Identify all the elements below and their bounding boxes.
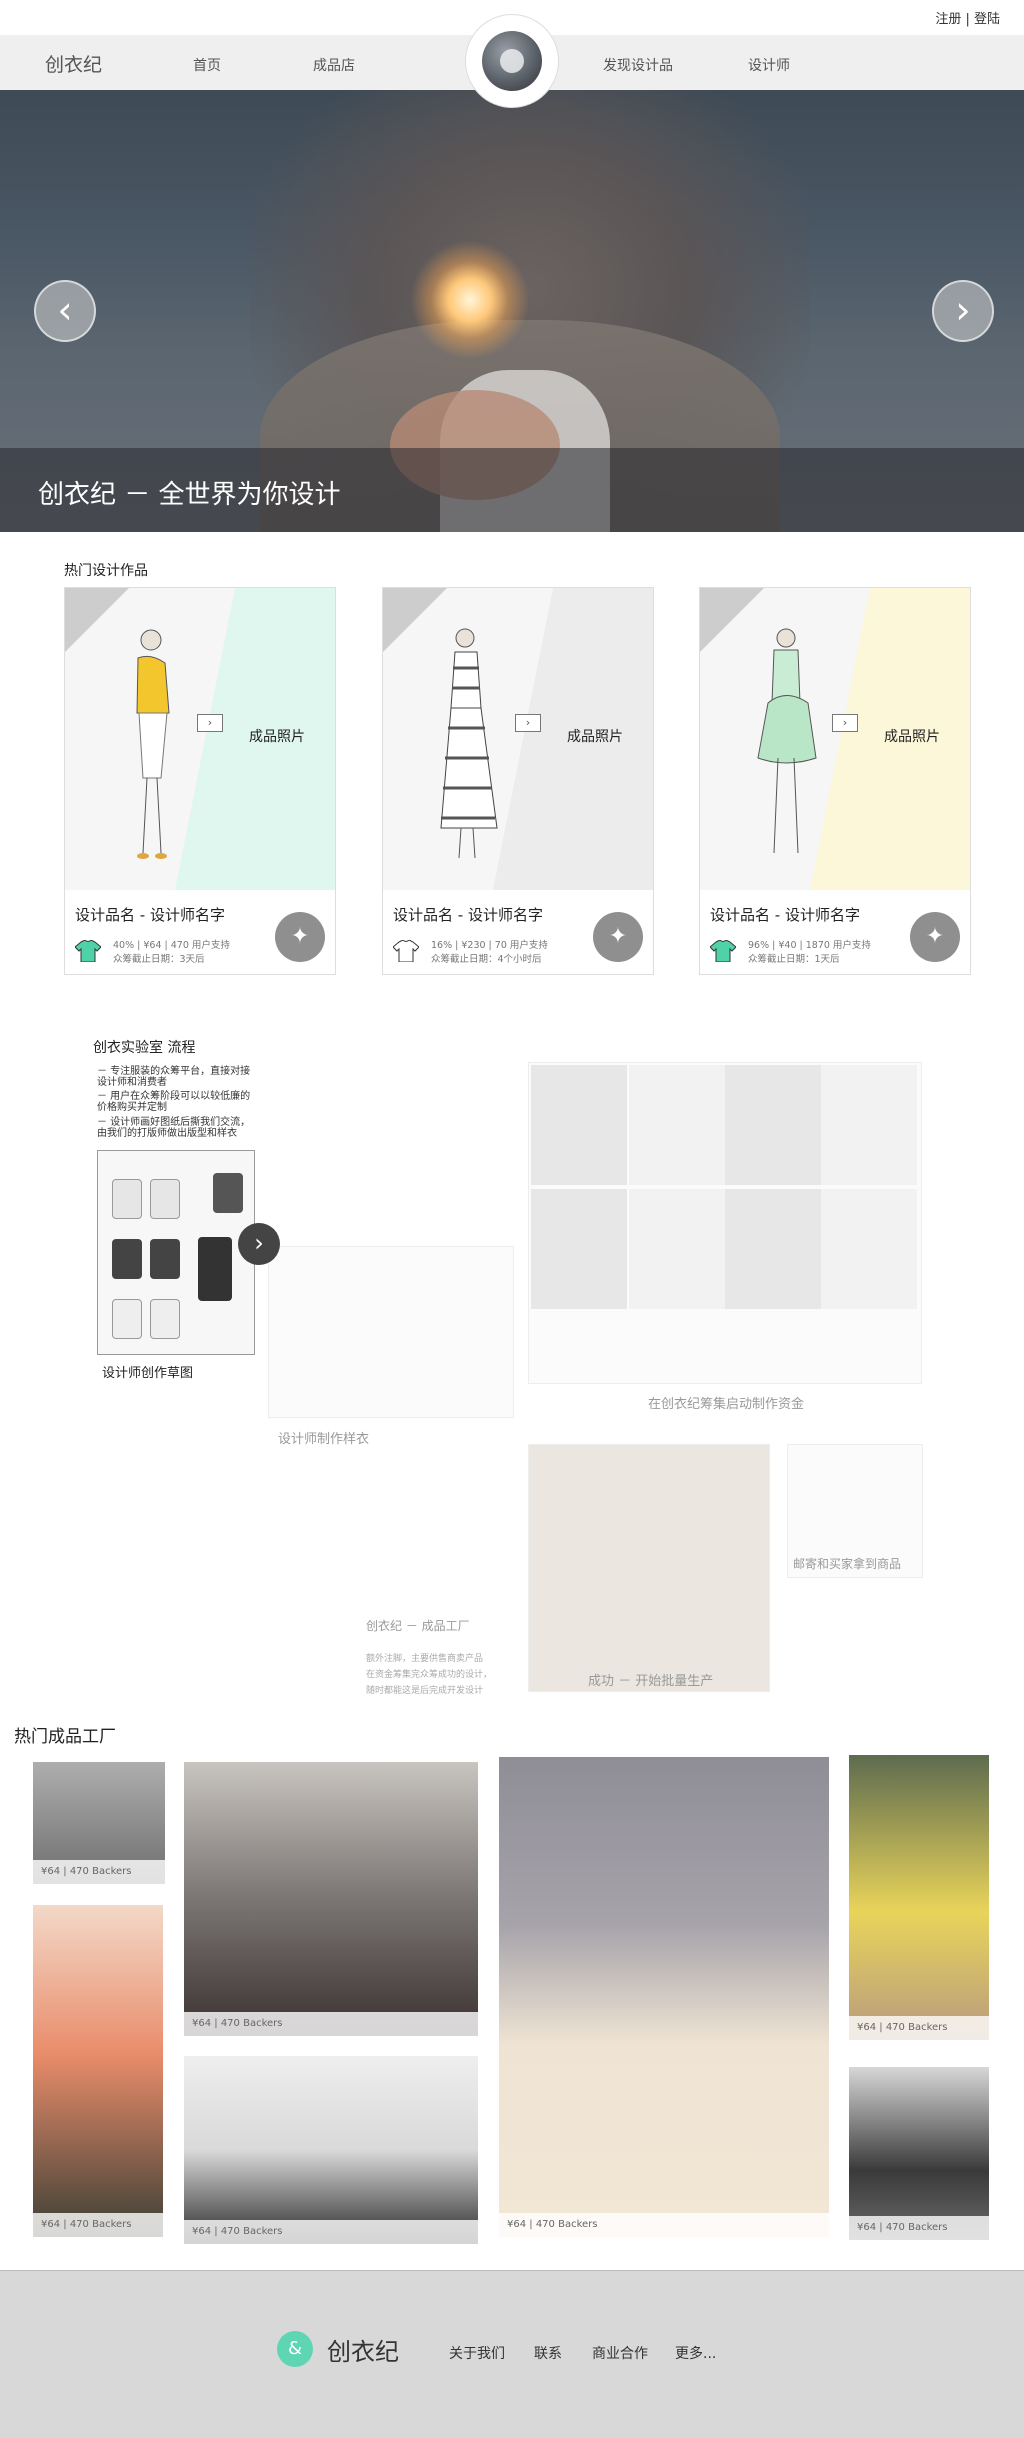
step-label: 设计师制作样衣 [278, 1432, 370, 1447]
factory-step-desc: 额外注脚，主要供售商卖产品 [366, 1654, 484, 1664]
footer-link-business[interactable]: 商业合作 [592, 2343, 648, 2363]
card-title[interactable]: 设计品名 - 设计师名字 [710, 904, 860, 925]
fashion-sketch [440, 628, 498, 859]
process-next-button[interactable]: › [238, 1223, 280, 1265]
chevron-right-icon: › [955, 288, 971, 332]
photo-label: 成品照片 [567, 729, 623, 745]
design-card[interactable]: › 成品照片 设计品名 - 设计师名字 96% | ¥40 | 1870 用户支… [699, 587, 971, 975]
process-desc: － 专注服装的众筹平台，直接对接设计师和消费者 [97, 1066, 251, 1088]
magic-wand-button[interactable]: ✦ [910, 912, 960, 962]
card-stats: 16% | ¥230 | 70 用户支持 [431, 940, 548, 951]
nav-home[interactable]: 首页 [193, 55, 221, 75]
hero-next-button[interactable]: › [932, 280, 994, 342]
magic-wand-button[interactable]: ✦ [593, 912, 643, 962]
footer-link-more[interactable]: 更多... [675, 2343, 716, 2363]
hero-prev-button[interactable]: ‹ [34, 280, 96, 342]
hero-caption: 创衣纪 － 全世界为你设计 [0, 448, 1024, 532]
card-deadline: 众筹截止日期：1天后 [748, 954, 840, 965]
footer-link-contact[interactable]: 联系 [534, 2343, 562, 2363]
nav-discover[interactable]: 发现设计品 [603, 55, 673, 75]
card-deadline: 众筹截止日期：3天后 [113, 954, 205, 965]
chevron-right-icon[interactable]: › [515, 714, 541, 732]
section-title-hot-designs: 热门设计作品 [64, 563, 148, 579]
brand-name[interactable]: 创衣纪 [45, 50, 102, 77]
product-badge: ¥64 | 470 Backers [33, 2213, 163, 2237]
photo-label: 成品照片 [884, 729, 940, 745]
product-badge: ¥64 | 470 Backers [33, 1860, 165, 1884]
step-label: 邮寄和买家拿到商品 [793, 1557, 902, 1571]
product-badge: ¥64 | 470 Backers [849, 2016, 989, 2040]
design-card[interactable]: › 成品照片 设计品名 - 设计师名字 16% | ¥230 | 70 用户支持… [382, 587, 654, 975]
auth-links[interactable]: 注册 | 登陆 [935, 8, 1000, 27]
funding-panel [528, 1062, 922, 1384]
brand-logo-icon: & [277, 2331, 313, 2367]
nav-shop[interactable]: 成品店 [313, 55, 355, 75]
footer-brand[interactable]: 创衣纪 [327, 2332, 399, 2367]
product-badge: ¥64 | 470 Backers [184, 2012, 478, 2036]
chevron-right-icon[interactable]: › [197, 714, 223, 732]
fabric-image [528, 1444, 770, 1692]
product-tile[interactable]: ¥64 | 470 Backers [33, 1762, 165, 1884]
nav-designers[interactable]: 设计师 [748, 55, 790, 75]
photo-label: 成品照片 [249, 729, 305, 745]
factory-step-desc: 在资金筹集完众筹成功的设计， [366, 1670, 493, 1680]
tshirt-icon [75, 940, 101, 962]
sketch-image[interactable] [97, 1150, 255, 1355]
logo-icon [482, 31, 542, 91]
factory-step-desc: 随时都能这是后完成开发设计 [366, 1686, 484, 1696]
footer-link-about[interactable]: 关于我们 [449, 2343, 505, 2363]
card-title[interactable]: 设计品名 - 设计师名字 [75, 904, 225, 925]
fashion-sketch [136, 629, 170, 859]
card-title[interactable]: 设计品名 - 设计师名字 [393, 904, 543, 925]
site-logo[interactable] [466, 15, 558, 107]
sparkler [410, 240, 530, 360]
product-tile[interactable]: ¥64 | 470 Backers [849, 2067, 989, 2240]
product-tile[interactable]: ¥64 | 470 Backers [849, 1755, 989, 2040]
magic-wand-icon: ✦ [290, 924, 310, 949]
product-tile[interactable]: ¥64 | 470 Backers [33, 1905, 163, 2237]
magic-wand-icon: ✦ [925, 924, 945, 949]
chevron-right-icon: › [254, 1229, 264, 1257]
chevron-left-icon: ‹ [57, 288, 73, 332]
card-stats: 96% | ¥40 | 1870 用户支持 [748, 940, 871, 951]
chevron-right-icon[interactable]: › [832, 714, 858, 732]
process-desc: － 设计师画好图纸后撕我们交流，由我们的打版师做出版型和样衣 [97, 1117, 251, 1139]
tshirt-icon [393, 940, 419, 962]
design-card[interactable]: › 成品照片 设计品名 - 设计师名字 40% | ¥64 | 470 用户支持… [64, 587, 336, 975]
hero-title: 创衣纪 － 全世界为你设计 [38, 480, 341, 510]
factory-step-title: 创衣纪 － 成品工厂 [366, 1619, 470, 1633]
product-badge: ¥64 | 470 Backers [499, 2213, 829, 2237]
step-label: 在创衣纪筹集启动制作资金 [648, 1397, 805, 1412]
card-stats: 40% | ¥64 | 470 用户支持 [113, 940, 230, 951]
section-title-factory: 热门成品工厂 [14, 1727, 116, 1747]
fashion-sketch [757, 628, 817, 854]
step-label: 设计师创作草图 [102, 1366, 194, 1381]
product-badge: ¥64 | 470 Backers [184, 2220, 478, 2244]
product-badge: ¥64 | 470 Backers [849, 2216, 989, 2240]
product-tile[interactable]: ¥64 | 470 Backers [184, 1762, 478, 2036]
magic-wand-button[interactable]: ✦ [275, 912, 325, 962]
card-deadline: 众筹截止日期：4个小时后 [431, 954, 542, 965]
product-tile[interactable]: ¥64 | 470 Backers [499, 1757, 829, 2237]
step-label: 成功 － 开始批量生产 [588, 1674, 714, 1689]
sample-image [268, 1246, 514, 1418]
tshirt-icon [710, 940, 736, 962]
process-title: 创衣实验室 流程 [93, 1040, 196, 1056]
process-desc: － 用户在众筹阶段可以以较低廉的价格购买并定制 [97, 1091, 251, 1113]
magic-wand-icon: ✦ [608, 924, 628, 949]
product-tile[interactable]: ¥64 | 470 Backers [184, 2056, 478, 2244]
footer: & 创衣纪 关于我们 联系 商业合作 更多... [0, 2270, 1024, 2438]
